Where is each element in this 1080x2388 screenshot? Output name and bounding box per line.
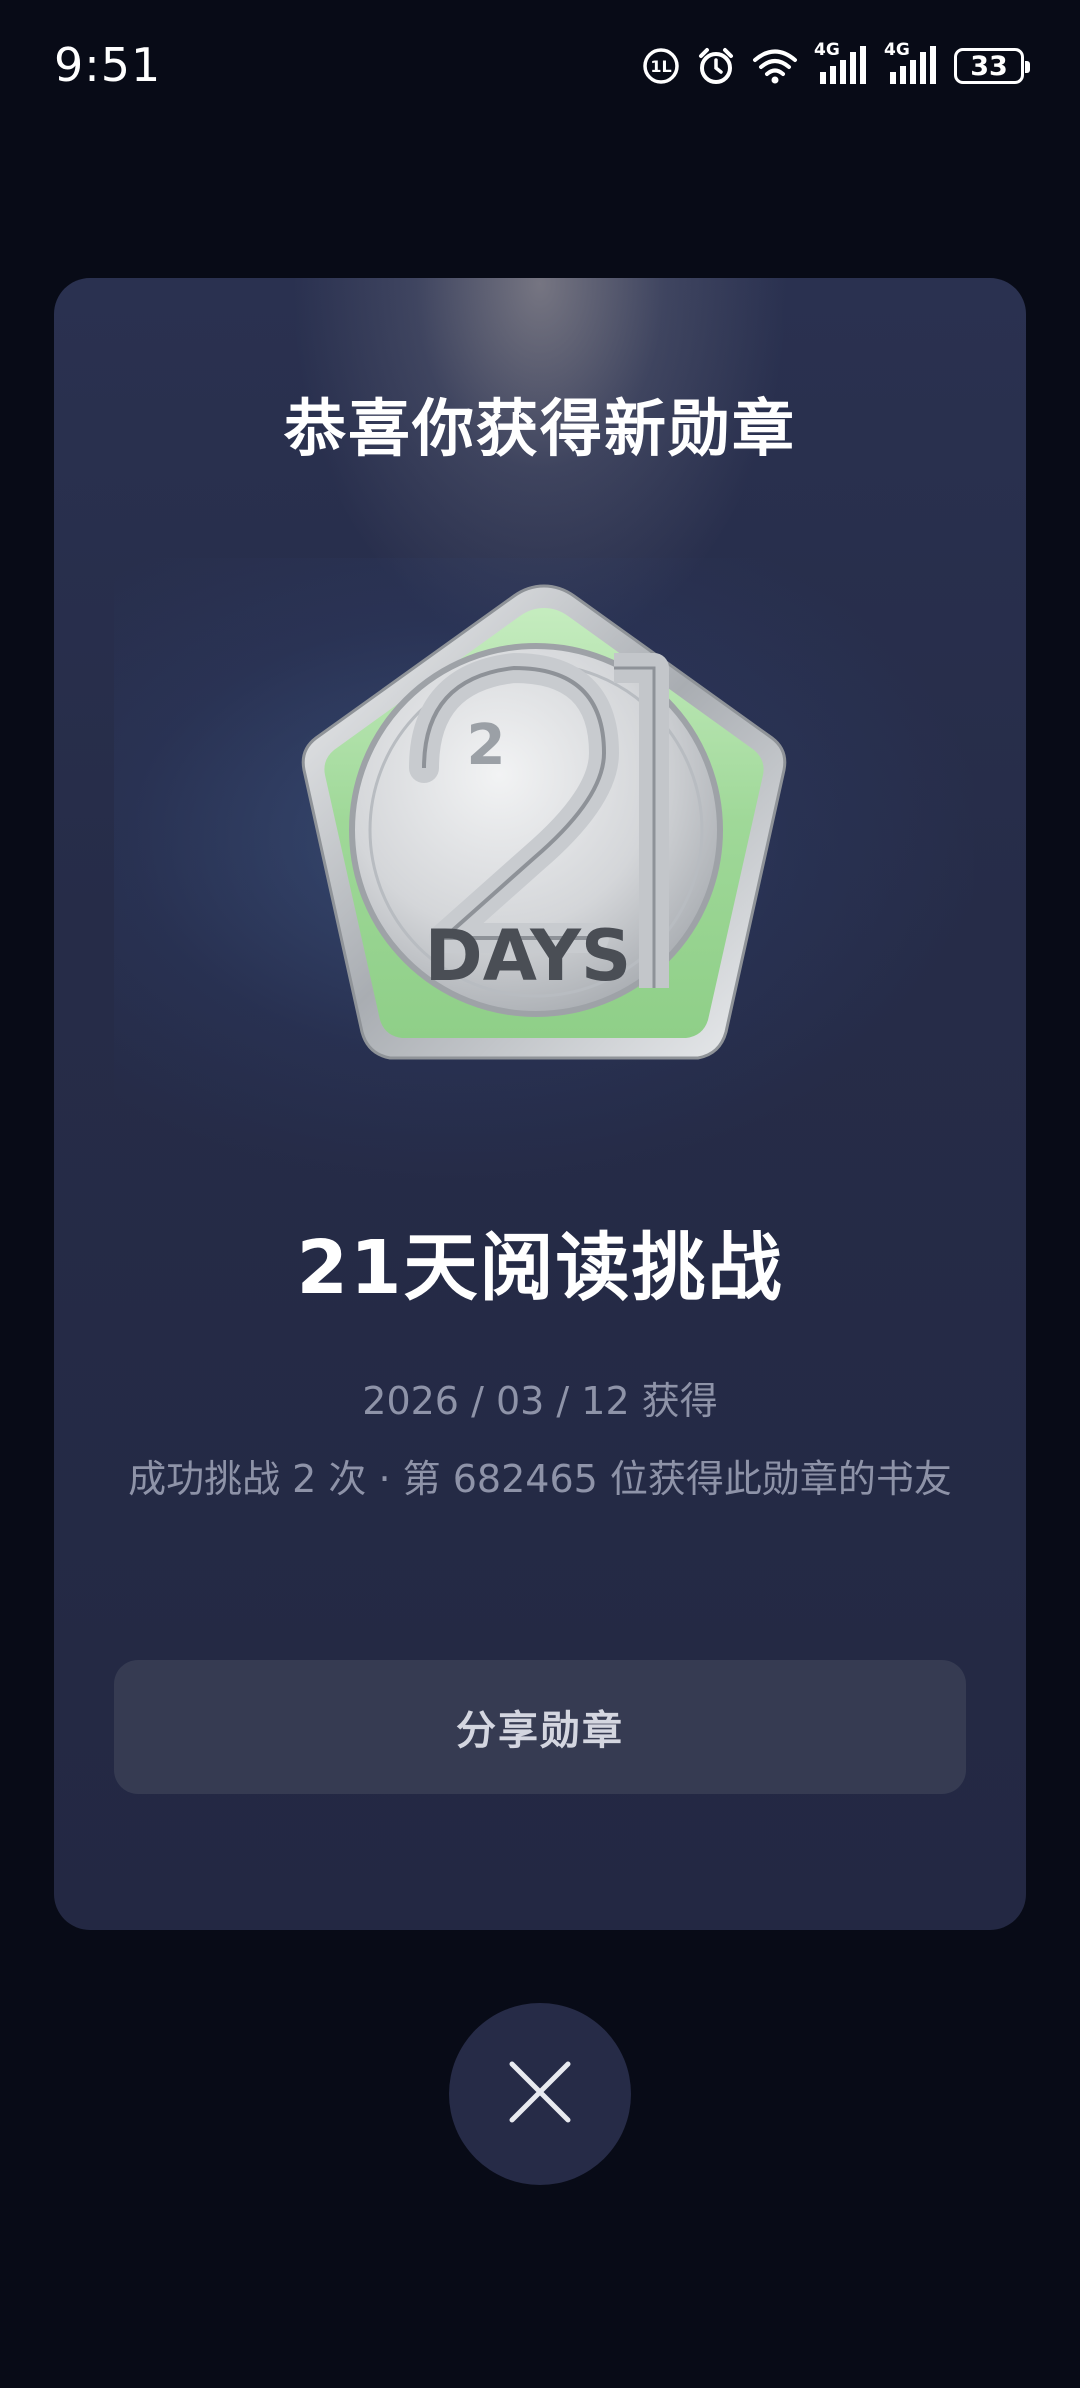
badge-name: 21天阅读挑战	[296, 1225, 784, 1311]
wifi-icon	[752, 47, 798, 85]
badge-stats: 成功挑战 2 次 · 第 682465 位获得此勋章的书友	[128, 1457, 952, 1501]
badge-card: 恭喜你获得新勋章 2 DAYS 21天阅读挑战 2026 / 03 / 12 获…	[54, 278, 1026, 1930]
battery-icon: 33	[954, 48, 1030, 84]
card-title: 恭喜你获得新勋章	[283, 392, 796, 465]
status-bar: 9:51 1L 4G 4G 33	[0, 0, 1080, 130]
svg-text:1L: 1L	[650, 57, 671, 76]
badge-days-label: DAYS	[425, 915, 632, 997]
share-badge-button[interactable]: 分享勋章	[114, 1660, 966, 1794]
signal-4g-icon: 4G	[884, 40, 938, 86]
hd-voice-icon: 1L	[642, 47, 680, 85]
badge-small-number: 2	[467, 713, 506, 778]
signal-4g-icon: 4G	[814, 40, 868, 86]
badge-date: 2026 / 03 / 12 获得	[362, 1379, 718, 1423]
close-icon	[508, 2060, 572, 2128]
21-days-badge-icon: 2 DAYS	[274, 568, 814, 1108]
screen: 9:51 1L 4G 4G 33 恭喜你获得新勋章 2 DAYS 21天阅读挑战…	[0, 0, 1080, 2388]
share-badge-label: 分享勋章	[456, 1708, 624, 1754]
status-time: 9:51	[54, 38, 162, 92]
battery-level: 33	[970, 50, 1008, 82]
alarm-icon	[696, 46, 736, 86]
status-icons: 1L 4G 4G 33	[642, 40, 1030, 88]
close-button[interactable]	[449, 2003, 631, 2185]
